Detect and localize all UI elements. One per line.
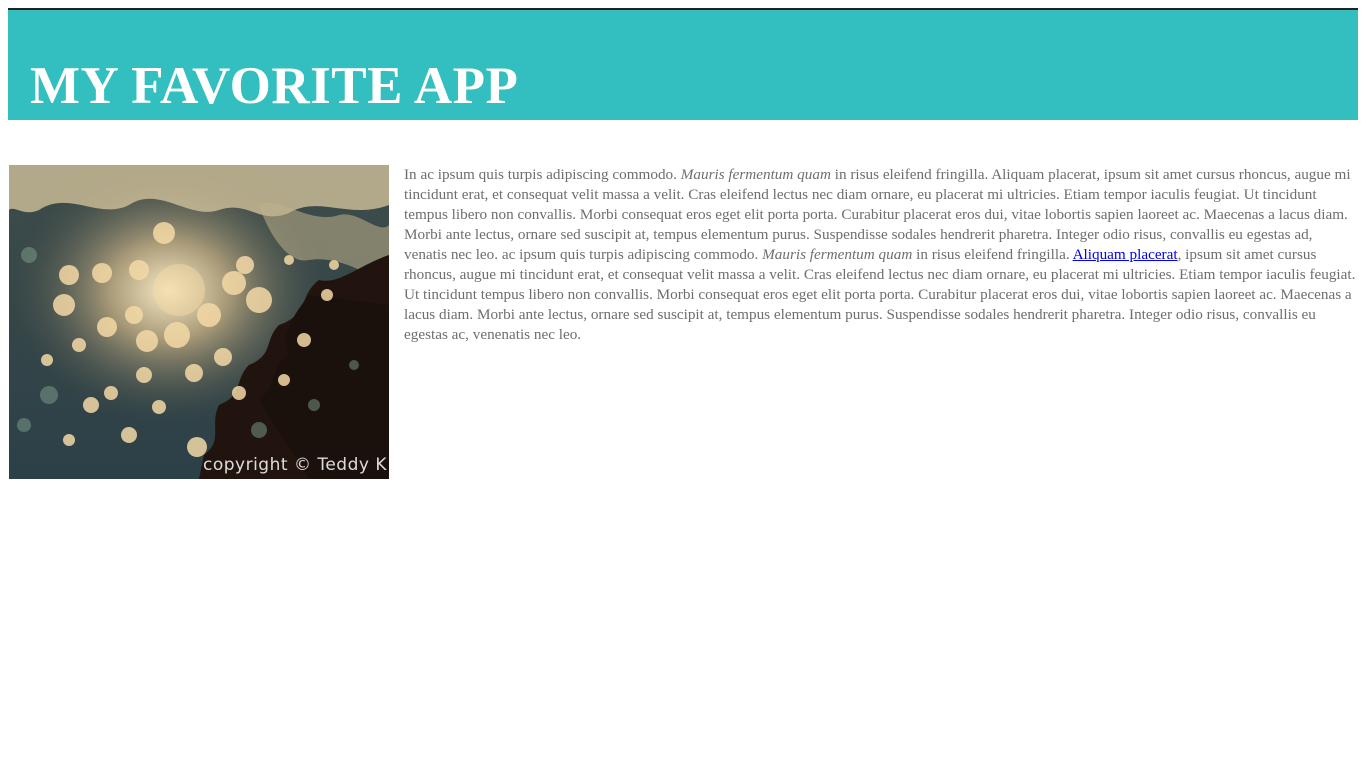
page-title: MY FAVORITE APP [30,57,519,115]
inline-link[interactable]: Aliquam placerat [1073,246,1178,263]
emphasis-text: Mauris fermentum quam [762,246,913,263]
photo-copyright-watermark: copyright © Teddy K [203,455,387,475]
paragraph-text: In ac ipsum quis turpis adipiscing commo… [404,166,681,183]
bokeh-photo: copyright © Teddy K [9,165,389,479]
emphasis-text: Mauris fermentum quam [680,166,831,183]
page-header: MY FAVORITE APP [8,10,1358,120]
paragraph-text: in risus eleifend fringilla. [912,246,1073,263]
bokeh-photo-graphic [9,165,389,479]
article-paragraph: In ac ipsum quis turpis adipiscing commo… [404,165,1358,345]
